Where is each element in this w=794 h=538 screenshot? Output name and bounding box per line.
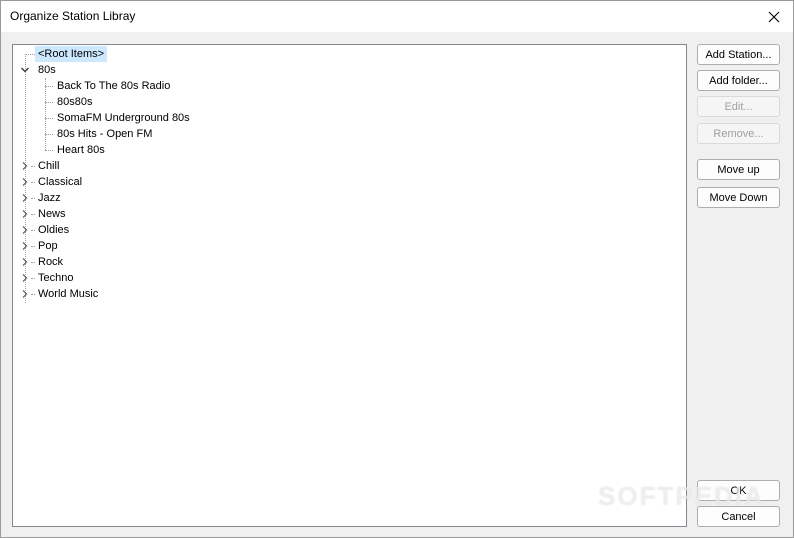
- chevron-right-icon[interactable]: [20, 225, 30, 235]
- tree-connector: [45, 134, 53, 135]
- tree-folder-chill[interactable]: Chill: [35, 158, 62, 174]
- tree-folder-jazz[interactable]: Jazz: [35, 190, 64, 206]
- tree-folder-classical[interactable]: Classical: [35, 174, 85, 190]
- ok-button[interactable]: OK: [697, 480, 780, 501]
- tree-connector: [45, 78, 46, 150]
- chevron-right-icon[interactable]: [20, 273, 30, 283]
- remove-button[interactable]: Remove...: [697, 123, 780, 144]
- tree-folder-rock[interactable]: Rock: [35, 254, 66, 270]
- edit-button[interactable]: Edit...: [697, 96, 780, 117]
- tree-connector: [45, 86, 53, 87]
- close-icon: [768, 11, 780, 22]
- chevron-down-icon[interactable]: [20, 65, 30, 75]
- tree-folder-oldies[interactable]: Oldies: [35, 222, 72, 238]
- add-folder-button[interactable]: Add folder...: [697, 70, 780, 91]
- tree-connector: [45, 102, 53, 103]
- chevron-right-icon[interactable]: [20, 177, 30, 187]
- tree-station-item[interactable]: Heart 80s: [54, 142, 108, 158]
- station-tree[interactable]: <Root Items> 80s Chill Classical Jazz News Ol…: [12, 44, 687, 527]
- tree-folder-news[interactable]: News: [35, 206, 69, 222]
- chevron-right-icon[interactable]: [20, 161, 30, 171]
- tree-station-item[interactable]: Back To The 80s Radio: [54, 78, 173, 94]
- close-button[interactable]: [755, 1, 793, 32]
- tree-folder-techno[interactable]: Techno: [35, 270, 76, 286]
- move-up-button[interactable]: Move up: [697, 159, 780, 180]
- tree-station-item[interactable]: SomaFM Underground 80s: [54, 110, 193, 126]
- add-station-button[interactable]: Add Station...: [697, 44, 780, 65]
- organize-station-library-dialog: Organize Station Libray <Root Items> 80s…: [0, 0, 794, 538]
- tree-station-item[interactable]: 80s Hits - Open FM: [54, 126, 155, 142]
- tree-folder-pop[interactable]: Pop: [35, 238, 61, 254]
- cancel-button[interactable]: Cancel: [697, 506, 780, 527]
- tree-station-item[interactable]: 80s80s: [54, 94, 95, 110]
- tree-connector: [45, 118, 53, 119]
- chevron-right-icon[interactable]: [20, 289, 30, 299]
- window-title: Organize Station Libray: [10, 9, 136, 23]
- chevron-right-icon[interactable]: [20, 209, 30, 219]
- chevron-right-icon[interactable]: [20, 257, 30, 267]
- tree-folder-world-music[interactable]: World Music: [35, 286, 101, 302]
- move-down-button[interactable]: Move Down: [697, 187, 780, 208]
- tree-item-root[interactable]: <Root Items>: [35, 46, 108, 62]
- chevron-right-icon[interactable]: [20, 241, 30, 251]
- title-bar: Organize Station Libray: [1, 1, 793, 32]
- tree-connector: [45, 150, 53, 151]
- chevron-right-icon[interactable]: [20, 193, 30, 203]
- tree-folder-80s[interactable]: 80s: [35, 62, 59, 78]
- tree-connector: [25, 54, 35, 55]
